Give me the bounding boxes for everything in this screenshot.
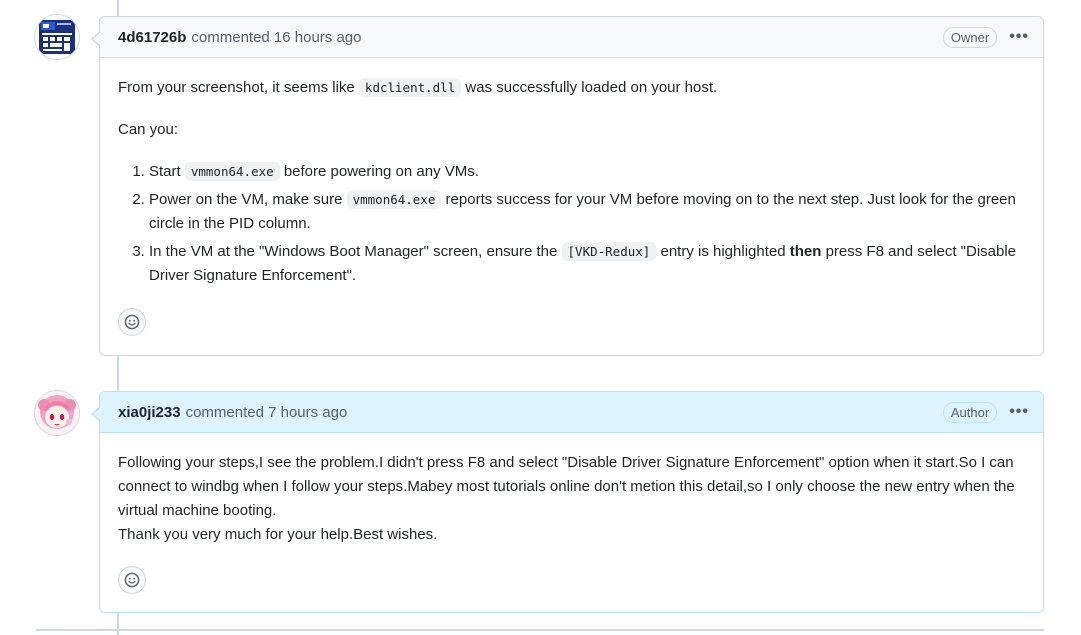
inline-code: vmmon64.exe (346, 190, 442, 209)
comment-paragraph: Following your steps,I see the problem.I… (118, 454, 1015, 519)
comment-author-username[interactable]: xia0ji233 (118, 404, 181, 421)
list-item: Power on the VM, make sure vmmon64.exe r… (149, 188, 1025, 236)
timeline-connector (117, 612, 119, 635)
comment-header: xia0ji233 commented 7 hours ago Author •… (100, 392, 1043, 433)
kebab-horizontal-icon[interactable]: ••• (1009, 403, 1029, 421)
comment-author: xia0ji233 commented 7 hours ago Author •… (91, 391, 1044, 613)
comment-body: From your screenshot, it seems like kdcl… (100, 58, 1043, 350)
inline-code: [VKD-Redux] (561, 242, 657, 261)
comment-paragraph: Can you: (118, 121, 179, 138)
comment-timestamp[interactable]: commented 7 hours ago (186, 404, 348, 421)
comment-timestamp[interactable]: commented 16 hours ago (191, 29, 361, 46)
inline-code: vmmon64.exe (184, 162, 280, 181)
comment-header: 4d61726b commented 16 hours ago Owner ••… (100, 17, 1043, 58)
add-reaction-button[interactable] (118, 308, 146, 336)
comment-author-username[interactable]: 4d61726b (118, 29, 186, 46)
timeline-divider (36, 629, 1044, 631)
avatar-author[interactable] (35, 391, 79, 435)
comment-body: Following your steps,I see the problem.I… (100, 433, 1043, 608)
smiley-icon (124, 572, 140, 588)
steps-list: Start vmmon64.exe before powering on any… (118, 160, 1025, 288)
list-item: In the VM at the "Windows Boot Manager" … (149, 240, 1025, 288)
list-item: Start vmmon64.exe before powering on any… (149, 160, 1025, 184)
avatar-owner[interactable] (35, 15, 79, 59)
comment-paragraph: Thank you very much for your help.Best w… (118, 526, 438, 543)
owner-badge: Owner (942, 26, 998, 48)
kebab-horizontal-icon[interactable]: ••• (1009, 28, 1029, 46)
comment-owner: 4d61726b commented 16 hours ago Owner ••… (91, 16, 1044, 356)
author-badge: Author (942, 401, 998, 423)
add-reaction-button[interactable] (118, 566, 146, 594)
timeline-connector (117, 355, 119, 391)
timeline-connector (117, 0, 119, 17)
inline-code: kdclient.dll (358, 78, 462, 97)
smiley-icon (124, 314, 140, 330)
comment-paragraph: From your screenshot, it seems like kdcl… (118, 78, 718, 97)
